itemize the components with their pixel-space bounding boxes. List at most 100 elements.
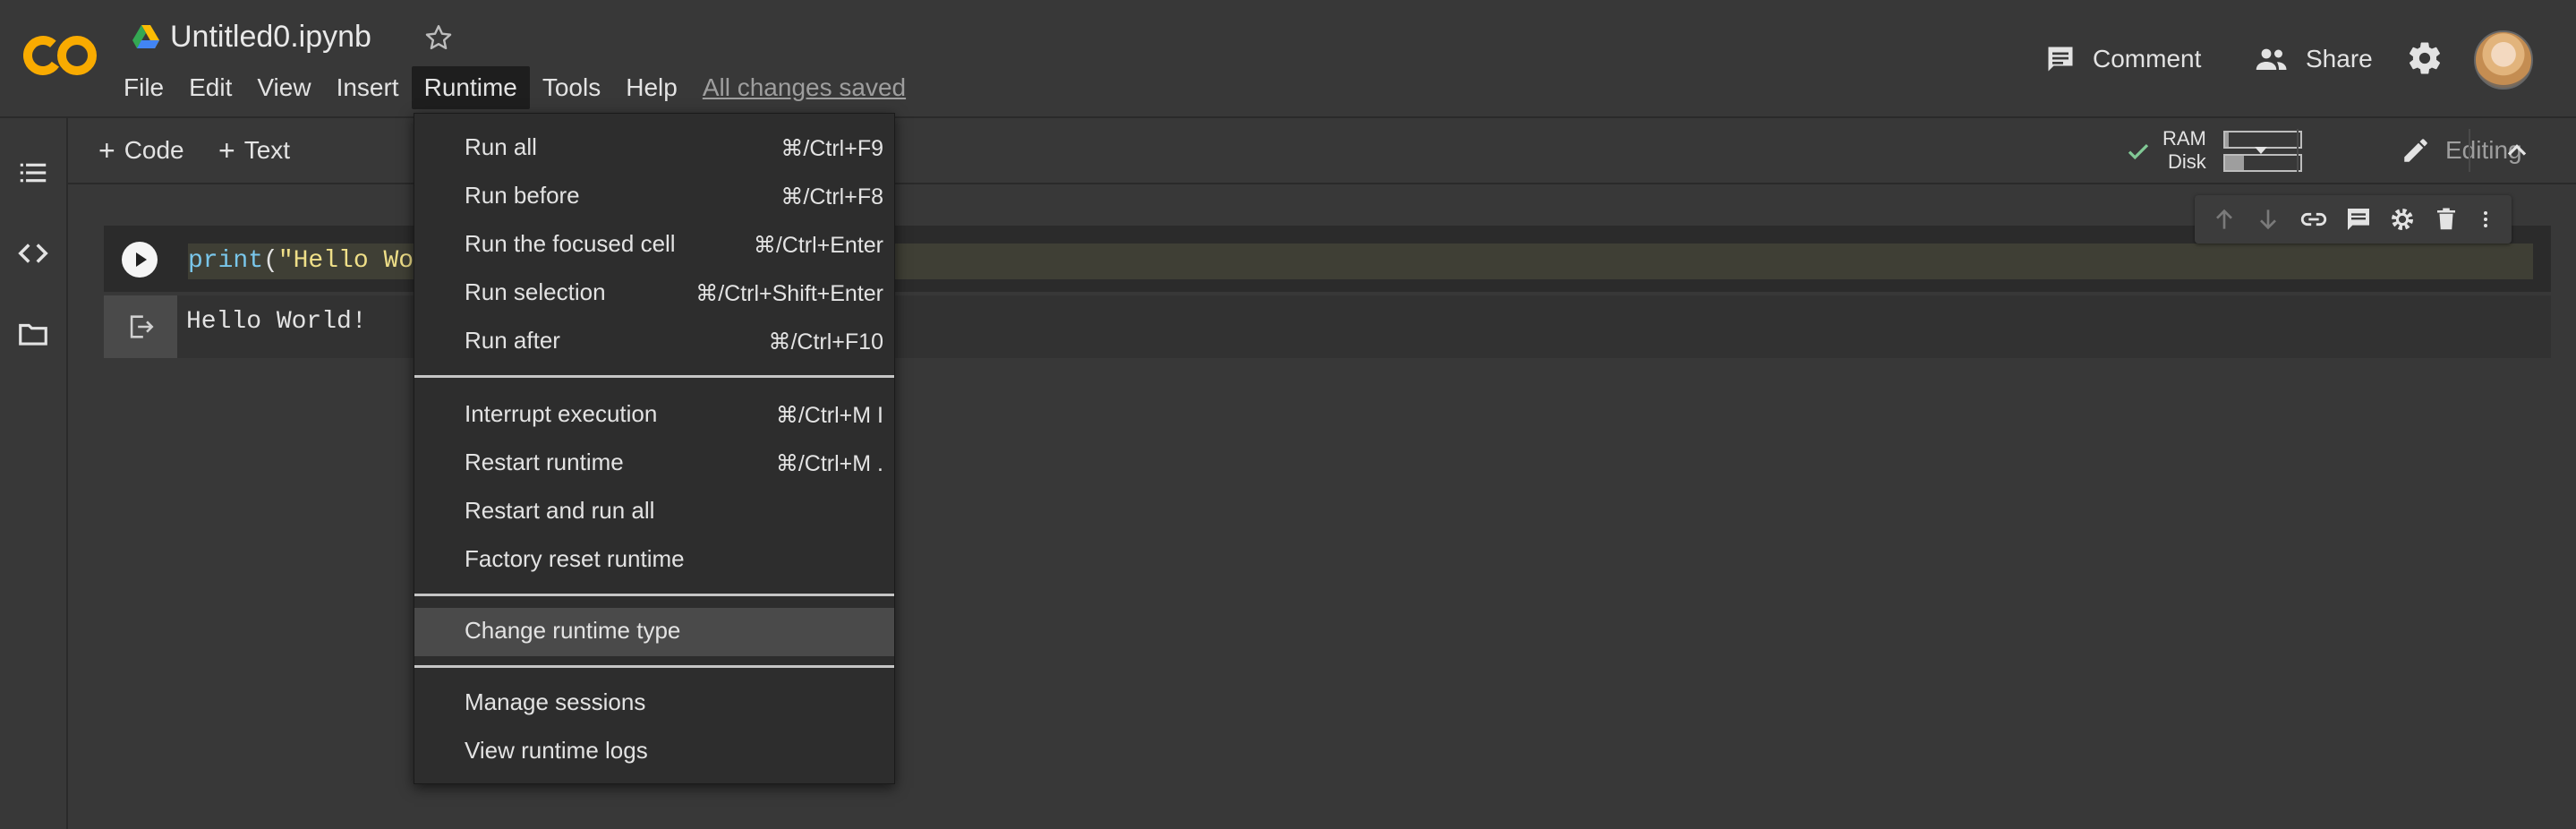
check-icon: [2128, 143, 2149, 160]
menu-file[interactable]: File: [111, 66, 176, 109]
menu-item-change-runtime-type[interactable]: Change runtime type: [414, 608, 894, 656]
delete-cell-button[interactable]: [2433, 205, 2460, 234]
people-icon: [2254, 43, 2290, 75]
share-button[interactable]: Share: [2254, 39, 2373, 79]
caret-down-icon: [2255, 147, 2267, 154]
menu-item-label: Factory reset runtime: [465, 545, 685, 572]
toolbar-divider: [2469, 129, 2470, 172]
menu-item-shortcut: ⌘/Ctrl+F10: [768, 329, 883, 355]
menu-item-run-focused-cell[interactable]: Run the focused cell ⌘/Ctrl+Enter: [414, 221, 894, 269]
menu-item-label: Run before: [465, 182, 580, 209]
colab-logo[interactable]: [23, 34, 98, 77]
menu-item-restart-runtime[interactable]: Restart runtime ⌘/Ctrl+M .: [414, 440, 894, 488]
chevron-up-icon: [2507, 144, 2527, 156]
code-snippets-button[interactable]: [16, 236, 50, 270]
menu-item-manage-sessions[interactable]: Manage sessions: [414, 679, 894, 728]
share-label: Share: [2306, 45, 2373, 73]
collapse-header-button[interactable]: [2501, 134, 2533, 167]
add-code-button[interactable]: + Code: [98, 132, 184, 168]
plus-icon: +: [98, 133, 115, 167]
menu-edit[interactable]: Edit: [176, 66, 244, 109]
pencil-icon: [2404, 139, 2427, 162]
run-cell-button[interactable]: [122, 242, 158, 278]
code-icon: [18, 244, 48, 263]
menu-item-label: Run after: [465, 327, 560, 354]
menu-item-shortcut: ⌘/Ctrl+F9: [780, 136, 883, 161]
add-code-label: Code: [124, 136, 184, 164]
menu-item-run-before[interactable]: Run before ⌘/Ctrl+F8: [414, 173, 894, 221]
disk-label: Disk: [2168, 150, 2206, 173]
folder-icon: [19, 323, 47, 346]
comment-label: Comment: [2093, 45, 2202, 73]
comment-icon: [2347, 209, 2369, 230]
link-to-cell-button[interactable]: [2299, 204, 2329, 235]
disk-usage-fill: [2225, 156, 2244, 170]
link-icon: [2300, 212, 2326, 226]
menu-item-shortcut: ⌘/Ctrl+F8: [780, 184, 883, 209]
move-cell-up-button[interactable]: [2210, 205, 2239, 234]
menu-item-interrupt-execution[interactable]: Interrupt execution ⌘/Ctrl+M I: [414, 391, 894, 440]
move-cell-down-button[interactable]: [2254, 205, 2282, 234]
menu-runtime[interactable]: Runtime: [411, 66, 530, 109]
code-function-token: print: [188, 247, 264, 275]
arrow-up-icon: [2215, 209, 2232, 229]
menu-view[interactable]: View: [244, 66, 323, 109]
menu-item-shortcut: ⌘/Ctrl+Enter: [753, 233, 883, 258]
add-text-label: Text: [243, 136, 291, 164]
resources-dropdown-button[interactable]: [2250, 140, 2272, 161]
code-text[interactable]: print("Hello Wo: [188, 242, 414, 281]
files-button[interactable]: [16, 317, 50, 351]
menu-insert[interactable]: Insert: [324, 66, 412, 109]
menu-item-label: Run all: [465, 133, 537, 160]
output-text: Hello World!: [186, 308, 367, 336]
more-actions-button[interactable]: [2475, 205, 2496, 234]
menu-item-run-selection[interactable]: Run selection ⌘/Ctrl+Shift+Enter: [414, 269, 894, 318]
star-icon[interactable]: [422, 21, 455, 54]
google-drive-icon: [132, 25, 159, 48]
arrow-down-icon: [2260, 209, 2277, 230]
output-exit-icon: [130, 315, 154, 338]
menu-tools[interactable]: Tools: [530, 66, 613, 109]
cell-toolbar: [2195, 195, 2512, 244]
comment-icon: [2044, 43, 2077, 75]
gear-icon: [2392, 209, 2414, 230]
cell-settings-button[interactable]: [2388, 205, 2417, 234]
menu-item-shortcut: ⌘/Ctrl+Shift+Enter: [695, 281, 883, 306]
play-icon: [136, 252, 147, 267]
menu-item-label: Change runtime type: [465, 617, 681, 644]
settings-button[interactable]: [2406, 39, 2444, 77]
menu-item-factory-reset-runtime[interactable]: Factory reset runtime: [414, 536, 894, 585]
menu-help[interactable]: Help: [613, 66, 690, 109]
menu-item-label: Restart runtime: [465, 449, 624, 475]
user-avatar[interactable]: [2474, 30, 2533, 90]
menu-item-shortcut: ⌘/Ctrl+M I: [775, 403, 883, 428]
add-text-button[interactable]: + Text: [218, 132, 290, 168]
menu-item-restart-and-run-all[interactable]: Restart and run all: [414, 488, 894, 536]
menu-divider: [414, 375, 894, 378]
clear-output-button[interactable]: [104, 295, 177, 358]
menu-item-label: Run the focused cell: [465, 230, 676, 257]
trash-icon: [2436, 208, 2455, 230]
menu-divider: [414, 594, 894, 596]
app-header: Untitled0.ipynb File Edit View Insert Ru…: [0, 0, 2576, 118]
menu-divider: [414, 665, 894, 668]
menu-item-label: Restart and run all: [465, 497, 655, 524]
menu-item-label: Manage sessions: [465, 688, 646, 715]
save-status-link[interactable]: All changes saved: [690, 70, 918, 106]
table-of-contents-button[interactable]: [16, 156, 50, 190]
menu-bar: File Edit View Insert Runtime Tools Help…: [111, 66, 918, 109]
menu-item-view-runtime-logs[interactable]: View runtime logs: [414, 728, 894, 776]
add-comment-button[interactable]: [2344, 205, 2373, 234]
menu-item-run-after[interactable]: Run after ⌘/Ctrl+F10: [414, 318, 894, 366]
code-paren-token: (: [263, 247, 278, 275]
more-vert-icon: [2484, 211, 2488, 227]
code-string-token: "Hello Wo: [277, 247, 414, 275]
comment-button[interactable]: Comment: [2044, 39, 2201, 79]
notebook-title[interactable]: Untitled0.ipynb: [170, 20, 371, 55]
ram-label: RAM: [2162, 127, 2206, 150]
resources-indicator[interactable]: RAM Disk: [2123, 125, 2338, 175]
menu-item-run-all[interactable]: Run all ⌘/Ctrl+F9: [414, 124, 894, 173]
ram-usage-fill: [2225, 132, 2230, 147]
list-icon: [20, 163, 47, 183]
plus-icon: +: [218, 133, 235, 167]
